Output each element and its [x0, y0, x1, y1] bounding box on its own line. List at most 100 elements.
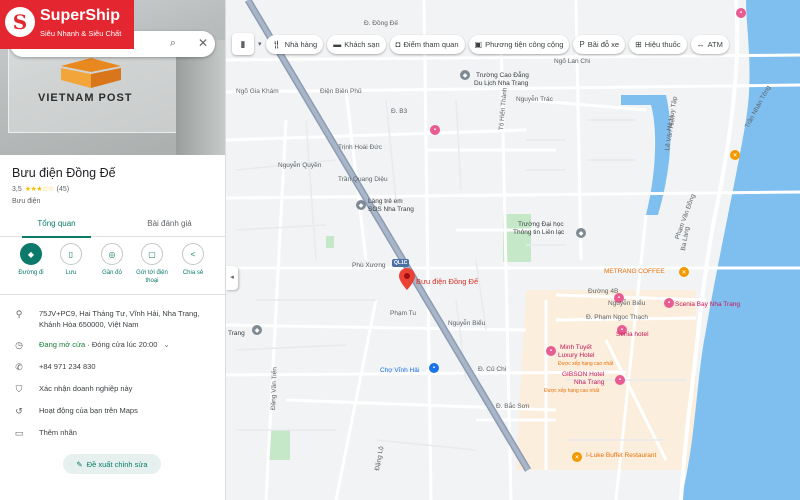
place-panel: VIETNAM POST ⌕ ✕ S SuperShip Siêu Nhanh …	[0, 0, 226, 500]
school-label: Du Lịch Nha Trang	[474, 80, 529, 87]
close-icon[interactable]: ✕	[196, 36, 210, 50]
place-category[interactable]: Bưu điện	[12, 198, 40, 205]
hotel-poi-icon[interactable]: ▪	[664, 298, 674, 308]
restaurant-poi-icon[interactable]: ✕	[572, 452, 582, 462]
share-button[interactable]: < Chia sẻ	[173, 243, 213, 278]
street-label: Phù Xương	[352, 262, 386, 269]
street-label: Ngõ Gia Khám	[236, 88, 279, 95]
chevron-down-icon[interactable]: ▾	[258, 40, 262, 48]
phone-icon: ✆	[15, 362, 23, 372]
market-label: Chợ Vĩnh Hải	[380, 367, 420, 374]
hotel-label: Nha Trang	[574, 379, 605, 386]
chip-attractions[interactable]: ◘ Điểm tham quan	[389, 34, 465, 54]
photo-frame	[176, 40, 225, 155]
action-buttons: ◆ Đường đi ▯ Lưu ◎ Gần đó ▢ Gửi tới điện…	[0, 243, 225, 295]
rating-row[interactable]: 3,5 ★★★☆☆ (45)	[12, 185, 69, 194]
pin-label[interactable]: Bưu điện Đồng Đế	[416, 277, 478, 286]
university-label: Trường Đại học	[518, 221, 564, 228]
maps-activity-row[interactable]: ↺ Hoạt động của bạn trên Maps	[0, 405, 225, 419]
school-poi-icon[interactable]: ◆	[460, 70, 470, 80]
review-count[interactable]: (45)	[57, 186, 69, 193]
sign-text: VIETNAM POST	[38, 92, 133, 104]
bus-icon: ▣	[474, 39, 483, 49]
send-to-phone-button[interactable]: ▢ Gửi tới điện thoại	[132, 243, 172, 285]
directions-button[interactable]: ◆ Đường đi	[11, 243, 51, 278]
rating-value: 3,5	[12, 185, 22, 193]
street-label: Nguyễn Biểu	[448, 320, 486, 327]
hotel-label: Minh Tuyết	[560, 344, 592, 351]
place-poi-icon[interactable]: ◆	[252, 325, 262, 335]
phone-row[interactable]: ✆ +84 971 234 830	[0, 361, 225, 375]
chip-pharmacy[interactable]: ⊞ Hiệu thuốc	[629, 34, 687, 54]
hotel-label: GIBSON Hotel	[562, 371, 605, 378]
hours-row[interactable]: ◷ Đang mở cửa · Đóng cửa lúc 20:00 ⌄	[0, 339, 225, 353]
camera-icon: ◘	[395, 39, 401, 49]
claim-business-text: Xác nhận doanh nghiệp này	[39, 384, 133, 393]
street-label: Đ. B3	[391, 108, 408, 115]
cafe-poi-icon[interactable]: ✕	[679, 267, 689, 277]
supership-banner: S SuperShip Siêu Nhanh & Siêu Chất	[0, 0, 134, 49]
street-label: Đặng Văn Tiến	[270, 367, 279, 411]
hotel-poi-icon[interactable]: ▪	[736, 8, 746, 18]
close-time: · Đóng cửa lúc 20:00	[87, 340, 158, 349]
location-pin-icon[interactable]	[399, 268, 415, 290]
clock-icon: ◷	[15, 340, 23, 350]
hotel-label: Scenia Bay Nha Trang	[675, 301, 741, 308]
place-title: Bưu điện Đồng Đế	[12, 166, 116, 180]
hotel-poi-icon[interactable]: ▪	[615, 375, 625, 385]
layers-button[interactable]: ▮	[232, 33, 254, 55]
university-poi-icon[interactable]: ◆	[576, 228, 586, 238]
chip-hotels[interactable]: ▬ Khách sạn	[327, 34, 386, 54]
claim-business-row[interactable]: ⛉ Xác nhận doanh nghiệp này	[0, 383, 225, 397]
highway-shield: QL1C	[392, 259, 410, 267]
suggest-edit-button[interactable]: ✎ Đề xuất chỉnh sửa	[63, 454, 161, 474]
address-text: 75JV+PC9, Hai Tháng Tư, Vĩnh Hải, Nha Tr…	[39, 309, 200, 329]
restaurant-label: I-Luke Buffet Restaurant	[586, 452, 657, 459]
star-rating-icon: ★★★☆☆	[24, 186, 54, 193]
tab-reviews[interactable]: Bài đánh giá	[113, 213, 225, 237]
chip-atm[interactable]: ↔ ATM	[690, 34, 729, 54]
street-label: Trịnh Hoài Đức	[338, 144, 382, 151]
landmark-poi-icon[interactable]: ◆	[356, 200, 366, 210]
hotel-label: Senia hotel	[616, 331, 649, 338]
chip-transit[interactable]: ▣ Phương tiện công cộng	[468, 34, 570, 54]
pharmacy-icon: ⊞	[635, 39, 642, 49]
location-icon: ⚲	[15, 309, 23, 319]
shield-check-icon: ⛉	[15, 384, 23, 394]
brand-tagline: Siêu Nhanh & Siêu Chất	[40, 29, 122, 38]
address-row[interactable]: ⚲ 75JV+PC9, Hai Tháng Tư, Vĩnh Hải, Nha …	[0, 308, 225, 332]
history-icon: ↺	[15, 406, 23, 416]
phone-number: +84 971 234 830	[39, 362, 96, 371]
street-label: Đường 4B	[588, 288, 619, 295]
street-label: Phạm Tu	[390, 310, 417, 317]
chevron-left-icon: ◂	[230, 274, 234, 281]
map-canvas[interactable]: ◆ ▪ ◆ ◆ ◆ ▪ ▪ ▪ ▪ ▪ ▪ ✕ ✕ ✕ ▪ QL1C Ngõ L…	[226, 0, 800, 500]
street-label: Đ. Đồng Đế	[364, 20, 398, 27]
school-label: Trường Cao Đẳng	[476, 72, 529, 79]
restaurant-poi-icon[interactable]: ✕	[730, 150, 740, 160]
hotel-rating-label: Được xếp hạng cao nhất	[558, 361, 614, 367]
supership-logo-icon: S	[5, 7, 35, 37]
chevron-down-icon[interactable]: ⌄	[163, 340, 169, 349]
hotel-poi-icon[interactable]: ▪	[546, 346, 556, 356]
chip-restaurants[interactable]: 🍴︎ Nhà hàng	[265, 34, 324, 54]
bookmark-icon: ▯	[68, 249, 74, 259]
restaurant-icon: 🍴︎	[271, 39, 282, 49]
market-poi-icon[interactable]: ▪	[429, 363, 439, 373]
landmark-label: Làng trẻ em	[368, 198, 403, 205]
nearby-button[interactable]: ◎ Gần đó	[92, 243, 132, 278]
open-status: Đang mở cửa	[39, 340, 86, 349]
street-label: Nguyễn Trác	[516, 96, 553, 103]
chip-parking[interactable]: P Bãi đỗ xe	[573, 34, 626, 54]
search-icon[interactable]: ⌕	[166, 36, 180, 50]
hotel-poi-icon[interactable]: ▪	[430, 125, 440, 135]
tab-overview[interactable]: Tổng quan	[0, 213, 113, 238]
street-label: Đ. Phạm Ngọc Thạch	[586, 314, 649, 321]
collapse-panel-button[interactable]: ◂	[226, 266, 238, 290]
brand-name: SuperShip	[40, 7, 121, 24]
place-label: Trang	[228, 330, 245, 337]
add-label-row[interactable]: ▭ Thêm nhãn	[0, 427, 225, 441]
save-button[interactable]: ▯ Lưu	[51, 243, 91, 278]
hotel-label: Luxury Hotel	[558, 352, 595, 359]
nearby-icon: ◎	[108, 249, 116, 259]
